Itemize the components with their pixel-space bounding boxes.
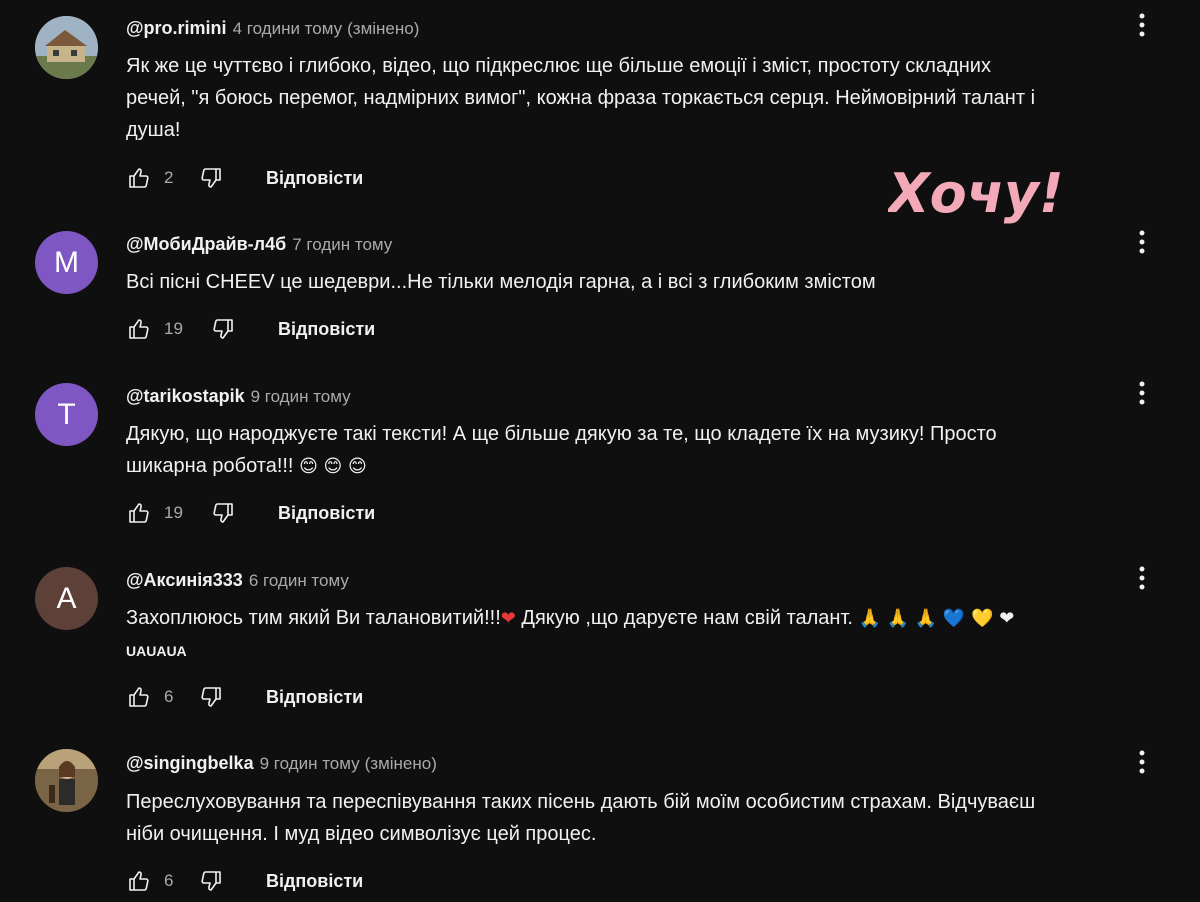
watermark-text-graphic: Хочу!: [885, 162, 1064, 225]
more-options-button[interactable]: [1130, 378, 1154, 408]
comment-text-line: ніби очищення. І муд відео символізує це…: [126, 823, 597, 845]
thumbs-up-icon: [129, 687, 149, 707]
comment-text-line: Всі пісні CHEEV це шедеври...Не тільки м…: [126, 271, 876, 293]
more-vert-icon: [1139, 230, 1145, 254]
comment-text-fragment: Дякую ,що даруєте нам свій талант.: [515, 607, 853, 629]
thumbs-up-icon: [129, 871, 149, 891]
smile-emoji-group: 😊 😊 😊: [299, 456, 367, 477]
comment-actions: 19 Відповісти: [126, 500, 375, 526]
reply-button[interactable]: Відповісти: [278, 319, 375, 340]
comment-time[interactable]: 4 години тому: [233, 19, 343, 38]
edited-label: (змінено): [347, 19, 420, 38]
comment-author[interactable]: @pro.rimini: [126, 18, 227, 38]
more-options-button[interactable]: [1130, 227, 1154, 257]
like-button[interactable]: [126, 868, 152, 894]
like-count: 6: [164, 871, 174, 890]
thumbs-down-icon: [201, 687, 221, 707]
comment-text-line: шикарна робота!!! 😊 😊 😊: [126, 450, 1126, 483]
comment-text-line: речей, "я боюсь перемог, надмірних вимог…: [126, 87, 1036, 109]
heart-emoji: ❤: [500, 608, 516, 629]
singer-photo-icon: [35, 749, 98, 812]
thumbs-up-icon: [129, 503, 149, 523]
comment-time[interactable]: 6 годин тому: [249, 571, 349, 590]
comment-text: Дякую, що народжуєте такі тексти! А ще б…: [126, 418, 1126, 483]
comment-author[interactable]: @tarikostapik: [126, 386, 245, 406]
thumbs-down-icon: [201, 168, 221, 188]
comment-header: @Аксинія333 6 годин тому: [126, 568, 349, 593]
house-photo-icon: [35, 16, 98, 79]
edited-label: (змінено): [364, 754, 437, 773]
reply-button[interactable]: Відповісти: [278, 503, 375, 524]
reply-button[interactable]: Відповісти: [266, 871, 363, 892]
like-count: 6: [164, 687, 174, 706]
more-vert-icon: [1139, 566, 1145, 590]
thumbs-down-icon: [213, 319, 233, 339]
comment-author[interactable]: @МобиДрайв-л4б: [126, 234, 286, 254]
like-count: 19: [164, 319, 183, 338]
thumbs-down-icon: [213, 503, 233, 523]
comment-text-fragment: шикарна робота!!!: [126, 455, 294, 477]
watermark-logo: Хочу!: [885, 160, 1118, 225]
dislike-button[interactable]: [198, 165, 224, 191]
reply-button[interactable]: Відповісти: [266, 687, 363, 708]
avatar[interactable]: M: [35, 231, 98, 294]
dislike-button[interactable]: [198, 684, 224, 710]
comment-header: @tarikostapik 9 годин тому: [126, 384, 351, 409]
comment-header: @МобиДрайв-л4б 7 годин тому: [126, 232, 392, 257]
thumbs-up-icon: [129, 168, 149, 188]
avatar[interactable]: [35, 749, 98, 812]
more-vert-icon: [1139, 13, 1145, 37]
comment-text: Як же це чуттєво і глибоко, відео, що пі…: [126, 50, 1126, 146]
like-button[interactable]: [126, 316, 152, 342]
avatar[interactable]: A: [35, 567, 98, 630]
comment-time[interactable]: 9 годин тому: [260, 754, 360, 773]
comment-text-line: душа!: [126, 119, 181, 141]
like-button[interactable]: [126, 684, 152, 710]
comment-extra-text: UAUAUA: [126, 643, 187, 659]
comment-header: @pro.rimini 4 години тому (змінено): [126, 16, 419, 41]
more-options-button[interactable]: [1130, 747, 1154, 777]
avatar[interactable]: [35, 16, 98, 79]
comment-author[interactable]: @Аксинія333: [126, 570, 243, 590]
avatar-letter: A: [56, 581, 77, 615]
comment-author[interactable]: @singingbelka: [126, 753, 254, 773]
dislike-button[interactable]: [210, 316, 236, 342]
avatar[interactable]: T: [35, 383, 98, 446]
thumbs-up-icon: [129, 319, 149, 339]
comment-text: Всі пісні CHEEV це шедеври...Не тільки м…: [126, 266, 1126, 298]
more-options-button[interactable]: [1130, 563, 1154, 593]
comment-actions: 2 Відповісти: [126, 165, 363, 191]
more-vert-icon: [1139, 750, 1145, 774]
comment-text-fragment: Захоплююсь тим який Ви талановитий!!!: [126, 607, 501, 629]
dislike-button[interactable]: [198, 868, 224, 894]
like-button[interactable]: [126, 165, 152, 191]
thumbs-down-icon: [201, 871, 221, 891]
comment-text: Переслуховування та переспівування таких…: [126, 786, 1126, 850]
emoji-group: 🙏 🙏 🙏 💙 💛 ❤: [858, 608, 1015, 629]
like-count: 2: [164, 168, 174, 187]
comment-time[interactable]: 7 годин тому: [292, 235, 392, 254]
comment-actions: 6 Відповісти: [126, 868, 363, 894]
comment-text-line: Дякую, що народжуєте такі тексти! А ще б…: [126, 423, 997, 445]
more-vert-icon: [1139, 381, 1145, 405]
like-button[interactable]: [126, 500, 152, 526]
comment-actions: 19 Відповісти: [126, 316, 375, 342]
reply-button[interactable]: Відповісти: [266, 168, 363, 189]
comment-text-line: Переслуховування та переспівування таких…: [126, 791, 1036, 813]
comment-text: Захоплююсь тим який Ви талановитий!!!❤ Д…: [126, 602, 1186, 635]
like-count: 19: [164, 503, 183, 522]
svg-text:Хочу!: Хочу!: [888, 162, 1064, 224]
more-options-button[interactable]: [1130, 10, 1154, 40]
avatar-letter: M: [54, 245, 79, 279]
comment-text-line: Як же це чуттєво і глибоко, відео, що пі…: [126, 55, 991, 77]
avatar-letter: T: [57, 397, 76, 431]
dislike-button[interactable]: [210, 500, 236, 526]
comment-actions: 6 Відповісти: [126, 684, 363, 710]
comment-text-line: Захоплююсь тим який Ви талановитий!!!❤ Д…: [126, 602, 1186, 635]
comment-header: @singingbelka 9 годин тому (змінено): [126, 751, 437, 776]
comment-time[interactable]: 9 годин тому: [251, 387, 351, 406]
